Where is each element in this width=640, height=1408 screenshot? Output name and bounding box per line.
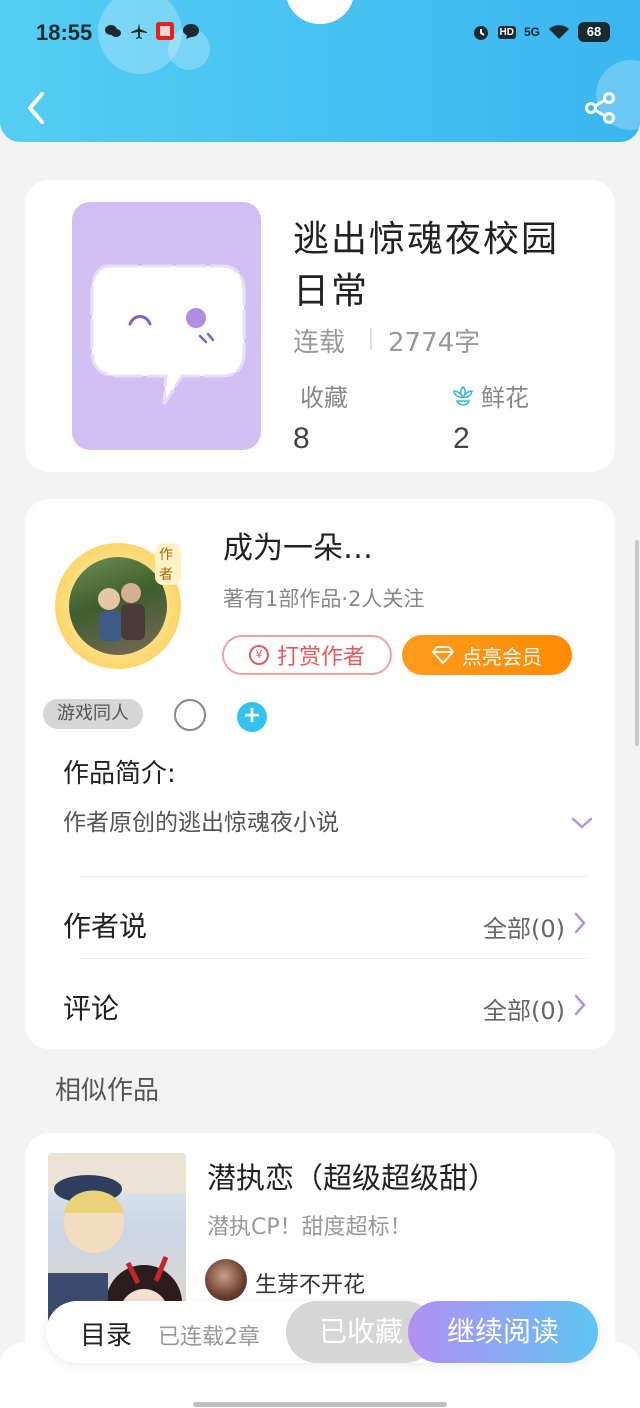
coin-icon: ¥ <box>248 645 269 665</box>
notification-icons <box>104 22 200 40</box>
system-icons: HD 5G 68 <box>472 22 610 42</box>
author-says-label[interactable]: 作者说 <box>63 905 147 945</box>
divider <box>80 958 588 959</box>
flower-label-wrap[interactable]: 鲜花 <box>451 378 529 413</box>
word-count: 2774字 <box>388 328 481 358</box>
author-name[interactable]: 成为一朵… <box>223 523 373 567</box>
flower-count: 2 <box>453 422 470 455</box>
chapter-count: 已连载2章 <box>158 1325 260 1350</box>
comments-label[interactable]: 评论 <box>63 987 119 1027</box>
chevron-right-icon[interactable] <box>573 912 587 934</box>
avatar <box>205 1259 247 1301</box>
reward-label: 打赏作者 <box>276 645 365 670</box>
hd-icon: HD <box>497 25 516 39</box>
home-indicator[interactable] <box>193 1402 447 1407</box>
add-tag-button[interactable]: + <box>237 702 267 732</box>
avatar-photo <box>98 583 145 641</box>
author-avatar-frame[interactable]: 作者 <box>55 543 181 669</box>
author-badge: 作者 <box>155 543 181 585</box>
back-arrow-icon[interactable] <box>22 90 52 126</box>
taobao-icon <box>156 22 174 40</box>
diamond-icon <box>432 646 454 664</box>
toc-button[interactable]: 目录 <box>80 1315 132 1352</box>
vip-button[interactable]: 点亮会员 <box>402 635 572 675</box>
similar-work-author[interactable]: 生芽不开花 <box>255 1267 365 1299</box>
empty-circle-icon[interactable] <box>174 699 206 731</box>
flower-icon <box>453 385 473 406</box>
divider <box>370 328 372 350</box>
avatar <box>69 557 167 655</box>
reward-author-button[interactable]: ¥ 打赏作者 <box>222 635 392 675</box>
book-title: 逃出惊魂夜校园日常 <box>293 219 560 312</box>
status-bar: 18:55 HD 5G 68 <box>0 0 640 66</box>
continue-reading-button[interactable]: 继续阅读 <box>408 1301 598 1363</box>
similar-section-title: 相似作品 <box>55 1076 160 1106</box>
wechat-icon <box>105 25 121 37</box>
scrollbar[interactable] <box>635 540 639 746</box>
intro-text: 作者原创的逃出惊魂夜小说 <box>63 810 339 836</box>
chat-bubble-icon <box>90 264 246 405</box>
collect-count: 8 <box>293 422 310 455</box>
wifi-icon <box>549 25 569 39</box>
bottom-action-bar: 目录 已连载2章 已收藏 继续阅读 <box>46 1301 598 1363</box>
vip-label: 点亮会员 <box>462 644 542 669</box>
share-icon[interactable] <box>582 90 618 126</box>
collect-label: 收藏 <box>300 384 348 412</box>
similar-work-title[interactable]: 潜执恋（超级超级甜） <box>207 1155 497 1197</box>
top-header: 18:55 HD 5G 68 <box>0 0 640 142</box>
comments-all[interactable]: 全部(0) <box>483 991 565 1026</box>
author-says-all[interactable]: 全部(0) <box>483 909 565 944</box>
divider <box>80 876 588 877</box>
network-5g-icon: 5G <box>523 25 540 39</box>
flower-label: 鲜花 <box>481 384 529 412</box>
status-time: 18:55 <box>36 20 93 45</box>
author-card: 作者 成为一朵… 著有1部作品·2人关注 ¥ 打赏作者 点亮会员 游戏同人 + … <box>25 499 615 1049</box>
plane-icon <box>131 23 147 39</box>
genre-tag[interactable]: 游戏同人 <box>43 699 143 729</box>
battery-icon: 68 <box>578 22 610 42</box>
chevron-down-icon[interactable] <box>571 815 593 831</box>
book-status: 连载 <box>293 328 346 358</box>
chevron-right-icon[interactable] <box>573 994 587 1016</box>
intro-title: 作品简介: <box>63 759 176 789</box>
book-cover[interactable] <box>72 202 261 450</box>
book-info-card: 逃出惊魂夜校园日常 连载 2774字 收藏 鲜花 8 2 <box>25 180 615 472</box>
similar-work-desc: 潜执CP！甜度超标！ <box>207 1215 412 1240</box>
message-icon <box>183 24 199 39</box>
alarm-icon <box>473 26 488 40</box>
author-meta: 著有1部作品·2人关注 <box>223 587 425 611</box>
